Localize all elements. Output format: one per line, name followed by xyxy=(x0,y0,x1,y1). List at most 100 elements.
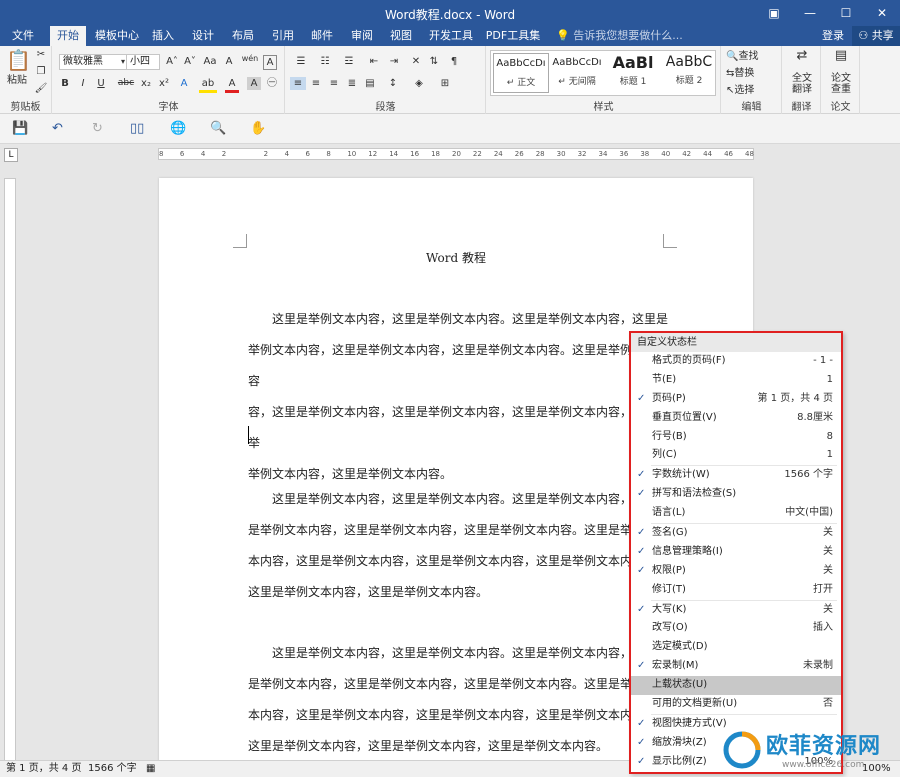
menu-item[interactable]: 列(C) 1 xyxy=(631,446,841,465)
menu-item[interactable]: 行号(B) 8 xyxy=(631,428,841,447)
menu-item[interactable]: ✓ 拼写和语法检查(S) xyxy=(631,485,841,504)
char-shading-icon[interactable]: A xyxy=(247,77,261,90)
style-normal[interactable]: AaBbCcDı ↵ 正文 xyxy=(493,53,549,93)
select-button[interactable]: ↖选择 xyxy=(726,84,776,97)
align-left-icon[interactable]: ≡ xyxy=(290,77,306,90)
cut-icon[interactable]: ✂ xyxy=(34,48,48,61)
shrink-font-icon[interactable]: A˅ xyxy=(181,55,199,68)
menu-item[interactable]: 改写(O) 插入 xyxy=(631,619,841,638)
multilevel-list-icon[interactable]: ☲ xyxy=(340,55,358,68)
horizontal-ruler[interactable]: 8 6 4 2 2 4 6 8 10 12 14 16 18 20 22 24 26 28 30 32 34 36 38 40… xyxy=(158,148,754,160)
chinese-layout-icon[interactable]: ✕ xyxy=(408,55,424,68)
page-count-status[interactable]: 第 1 页，共 4 页 xyxy=(6,761,81,777)
menu-item[interactable]: 可用的文档更新(U) 否 xyxy=(631,695,841,714)
menu-item[interactable]: 垂直页位置(V) 8.8厘米 xyxy=(631,409,841,428)
font-color-icon[interactable]: A xyxy=(225,77,239,93)
menu-item[interactable]: 选定模式(D) xyxy=(631,638,841,657)
strikethrough-icon[interactable]: abc xyxy=(117,77,135,90)
touch-mode-icon[interactable]: ✋ xyxy=(250,121,266,136)
enclose-char-icon[interactable]: ㊀ xyxy=(265,77,279,90)
show-marks-icon[interactable]: ¶ xyxy=(446,55,462,68)
font-name-select[interactable]: 微软雅黑 xyxy=(59,54,127,70)
menu-item[interactable]: ✓ 大写(K) 关 xyxy=(631,601,841,620)
menu-item[interactable]: ✓ 页码(P) 第 1 页，共 4 页 xyxy=(631,390,841,409)
close-icon[interactable]: ✕ xyxy=(864,0,900,26)
maximize-icon[interactable]: ☐ xyxy=(828,0,864,26)
ribbon-display-icon[interactable]: ▣ xyxy=(756,0,792,26)
numbering-icon[interactable]: ☷ xyxy=(316,55,334,68)
menu-item[interactable]: 修订(T) 打开 xyxy=(631,581,841,600)
full-translate-button[interactable]: 全文 翻译 xyxy=(785,73,819,95)
style-heading-1[interactable]: AaBl 标题 1 xyxy=(605,53,661,93)
menu-item[interactable]: 格式页的页码(F) - 1 - xyxy=(631,352,841,371)
line-spacing-icon[interactable]: ↕ xyxy=(384,77,402,90)
undo-icon[interactable]: ↶ xyxy=(52,121,63,136)
save-icon[interactable]: 💾 xyxy=(12,121,28,136)
sort-icon[interactable]: ⇅ xyxy=(426,55,442,68)
borders-icon[interactable]: ⊞ xyxy=(436,77,454,90)
bullets-icon[interactable]: ☰ xyxy=(292,55,310,68)
tab-review[interactable]: 审阅 xyxy=(347,26,377,46)
paragraph-2[interactable]: 这里是举例文本内容，这里是举例文本内容。这里是举例文本内容，这里 是举例文本内容… xyxy=(248,484,678,608)
tab-templates[interactable]: 模板中心 xyxy=(92,26,142,46)
minimize-icon[interactable]: — xyxy=(792,0,828,26)
macro-icon[interactable]: ▦ xyxy=(146,761,155,777)
highlight-icon[interactable]: ab xyxy=(199,77,217,93)
menu-item[interactable]: ✓ 信息管理策略(I) 关 xyxy=(631,543,841,562)
find-button[interactable]: 🔍查找 xyxy=(726,50,776,63)
web-icon[interactable]: 🌐 xyxy=(170,121,186,136)
tell-me-box[interactable]: 💡 告诉我您想要做什么... xyxy=(556,26,683,46)
underline-icon[interactable]: U xyxy=(95,77,107,90)
tab-developer[interactable]: 开发工具 xyxy=(426,26,476,46)
phonetic-guide-icon[interactable]: wén xyxy=(239,52,261,65)
align-right-icon[interactable]: ≡ xyxy=(326,77,342,90)
grow-font-icon[interactable]: A˄ xyxy=(163,55,181,68)
layout-icon[interactable]: ▯▯ xyxy=(130,121,144,136)
font-size-select[interactable]: 小四 xyxy=(126,54,160,70)
tab-pdf-tools[interactable]: PDF工具集 xyxy=(484,26,542,46)
shading-icon[interactable]: ◈ xyxy=(410,77,428,90)
style-no-spacing[interactable]: AaBbCcDı ↵ 无间隔 xyxy=(549,53,605,93)
italic-icon[interactable]: I xyxy=(77,77,89,90)
word-count-status[interactable]: 1566 个字 xyxy=(88,761,137,777)
paragraph-3[interactable]: 这里是举例文本内容，这里是举例文本内容。这里是举例文本内容，这里 是举例文本内容… xyxy=(248,638,678,762)
menu-item[interactable]: 上载状态(U) xyxy=(631,676,841,696)
change-case-icon[interactable]: Aa xyxy=(201,55,219,68)
paper-check-button[interactable]: 论文 查重 xyxy=(824,73,858,95)
menu-item[interactable]: ✓ 字数统计(W) 1566 个字 xyxy=(631,466,841,485)
tab-mailings[interactable]: 邮件 xyxy=(307,26,337,46)
copy-icon[interactable]: ❐ xyxy=(34,65,48,78)
paste-label[interactable]: 粘贴 xyxy=(4,74,30,87)
char-border-icon[interactable]: A xyxy=(263,55,277,70)
tab-stop-selector[interactable]: L xyxy=(4,148,18,162)
share-button[interactable]: ⚇ 共享 xyxy=(852,26,900,46)
translate-icon[interactable]: ⇄ xyxy=(791,49,813,62)
tab-insert[interactable]: 插入 xyxy=(148,26,178,46)
redo-icon[interactable]: ↻ xyxy=(92,121,103,136)
subscript-icon[interactable]: x₂ xyxy=(139,77,153,90)
decrease-indent-icon[interactable]: ⇤ xyxy=(366,55,382,68)
format-painter-icon[interactable]: 🖌 xyxy=(34,82,48,95)
tab-layout[interactable]: 布局 xyxy=(228,26,258,46)
menu-item[interactable]: ✓ 签名(G) 关 xyxy=(631,524,841,543)
tab-view[interactable]: 视图 xyxy=(386,26,416,46)
print-preview-icon[interactable]: 🔍 xyxy=(210,121,226,136)
superscript-icon[interactable]: x² xyxy=(157,77,171,90)
login-link[interactable]: 登录 xyxy=(822,26,844,46)
text-effects-icon[interactable]: A xyxy=(177,77,191,90)
replace-button[interactable]: ⇆替换 xyxy=(726,67,776,80)
distribute-icon[interactable]: ▤ xyxy=(362,77,378,90)
bold-icon[interactable]: B xyxy=(59,77,71,90)
align-center-icon[interactable]: ≡ xyxy=(308,77,324,90)
clear-format-icon[interactable]: A xyxy=(221,55,237,68)
style-heading-2[interactable]: AaBbC 标题 2 xyxy=(661,53,717,93)
paragraph-1[interactable]: 这里是举例文本内容，这里是举例文本内容。这里是举例文本内容，这里是 举例文本内容… xyxy=(248,304,678,490)
menu-item[interactable]: ✓ 权限(P) 关 xyxy=(631,562,841,581)
document-icon[interactable]: ▤ xyxy=(830,49,852,62)
menu-item[interactable]: 语言(L) 中文(中国) xyxy=(631,504,841,523)
tab-design[interactable]: 设计 xyxy=(188,26,218,46)
increase-indent-icon[interactable]: ⇥ xyxy=(386,55,402,68)
tab-references[interactable]: 引用 xyxy=(268,26,298,46)
menu-item[interactable]: ✓ 宏录制(M) 未录制 xyxy=(631,657,841,676)
menu-item[interactable]: 节(E) 1 xyxy=(631,371,841,390)
